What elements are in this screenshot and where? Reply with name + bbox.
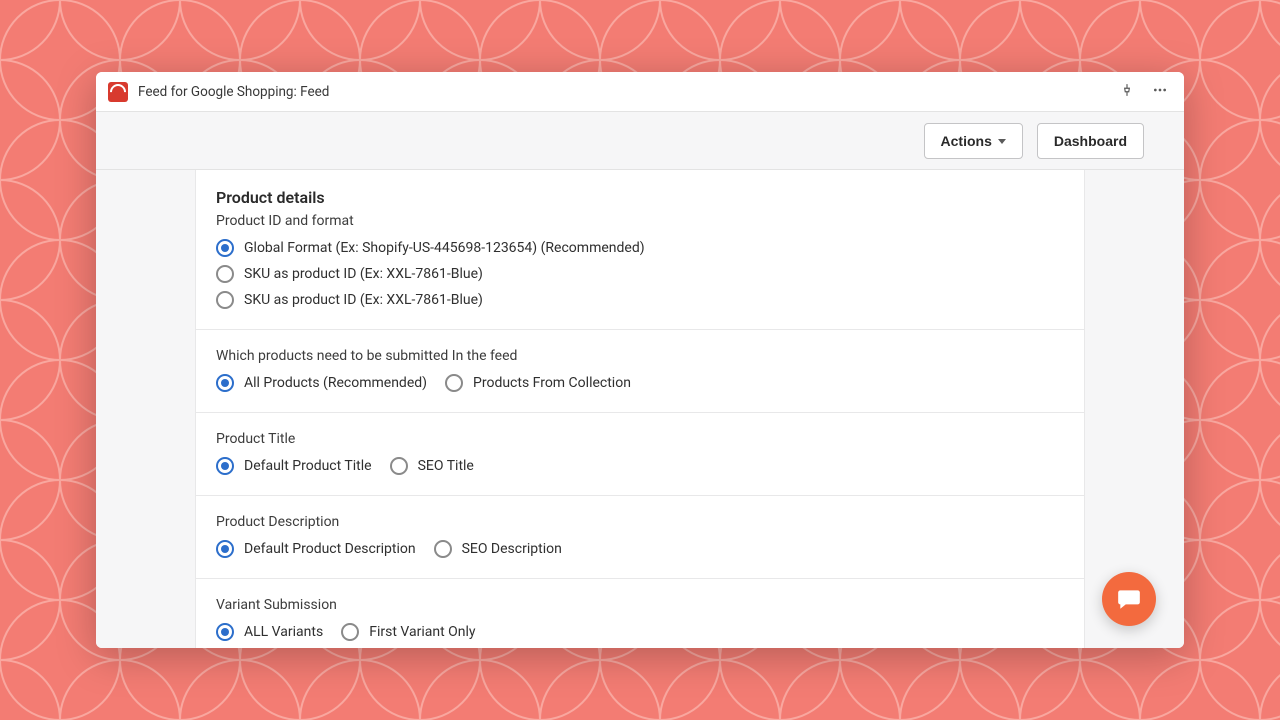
radio-icon xyxy=(216,239,234,257)
dashboard-button-label: Dashboard xyxy=(1054,133,1127,149)
radio-icon xyxy=(445,374,463,392)
chat-icon xyxy=(1116,586,1142,612)
radio-label: SKU as product ID (Ex: XXL-7861-Blue) xyxy=(244,292,483,308)
app-title: Feed for Google Shopping: Feed xyxy=(138,84,1106,100)
variant-submission-label: Variant Submission xyxy=(216,597,1064,613)
radio-sku-1[interactable]: SKU as product ID (Ex: XXL-7861-Blue) xyxy=(216,265,1064,283)
app-logo-icon xyxy=(108,82,128,102)
chat-button[interactable] xyxy=(1102,572,1156,626)
radio-default-description[interactable]: Default Product Description xyxy=(216,540,416,558)
content-area: Product details Product ID and format Gl… xyxy=(96,170,1184,648)
radio-icon xyxy=(216,457,234,475)
settings-card: Product details Product ID and format Gl… xyxy=(195,170,1085,648)
radio-label: ALL Variants xyxy=(244,624,323,640)
radio-label: Default Product Description xyxy=(244,541,416,557)
radio-global-format[interactable]: Global Format (Ex: Shopify-US-445698-123… xyxy=(216,239,1064,257)
product-id-label: Product ID and format xyxy=(216,213,1064,229)
radio-icon xyxy=(390,457,408,475)
radio-label: Global Format (Ex: Shopify-US-445698-123… xyxy=(244,240,645,256)
radio-first-variant[interactable]: First Variant Only xyxy=(341,623,475,641)
radio-label: Default Product Title xyxy=(244,458,372,474)
section-product-id: Product details Product ID and format Gl… xyxy=(196,170,1084,330)
radio-all-variants[interactable]: ALL Variants xyxy=(216,623,323,641)
pin-icon[interactable] xyxy=(1116,78,1138,105)
actions-button[interactable]: Actions xyxy=(924,123,1023,159)
radio-icon xyxy=(341,623,359,641)
action-bar: Actions Dashboard xyxy=(96,112,1184,170)
radio-icon xyxy=(216,374,234,392)
section-product-description: Product Description Default Product Desc… xyxy=(196,496,1084,579)
radio-from-collection[interactable]: Products From Collection xyxy=(445,374,631,392)
radio-seo-title[interactable]: SEO Title xyxy=(390,457,474,475)
product-description-radio-group: Default Product Description SEO Descript… xyxy=(216,540,1064,558)
section-variant-submission: Variant Submission ALL Variants First Va… xyxy=(196,579,1084,648)
radio-label: Products From Collection xyxy=(473,375,631,391)
actions-button-label: Actions xyxy=(941,133,992,149)
more-icon[interactable] xyxy=(1148,78,1172,106)
radio-all-products[interactable]: All Products (Recommended) xyxy=(216,374,427,392)
app-window: Feed for Google Shopping: Feed Actions D… xyxy=(96,72,1184,648)
radio-icon xyxy=(216,540,234,558)
which-products-radio-group: All Products (Recommended) Products From… xyxy=(216,374,1064,392)
radio-label: SKU as product ID (Ex: XXL-7861-Blue) xyxy=(244,266,483,282)
titlebar: Feed for Google Shopping: Feed xyxy=(96,72,1184,112)
radio-icon xyxy=(216,623,234,641)
which-products-label: Which products need to be submitted In t… xyxy=(216,348,1064,364)
radio-icon xyxy=(434,540,452,558)
radio-icon xyxy=(216,265,234,283)
section-which-products: Which products need to be submitted In t… xyxy=(196,330,1084,413)
radio-label: First Variant Only xyxy=(369,624,475,640)
section-product-title: Product Title Default Product Title SEO … xyxy=(196,413,1084,496)
product-title-radio-group: Default Product Title SEO Title xyxy=(216,457,1064,475)
radio-default-title[interactable]: Default Product Title xyxy=(216,457,372,475)
page-background: Feed for Google Shopping: Feed Actions D… xyxy=(0,0,1280,720)
chevron-down-icon xyxy=(998,139,1006,144)
product-description-label: Product Description xyxy=(216,514,1064,530)
product-id-radio-group: Global Format (Ex: Shopify-US-445698-123… xyxy=(216,239,1064,309)
radio-label: SEO Description xyxy=(462,541,562,557)
radio-label: SEO Title xyxy=(418,458,474,474)
dashboard-button[interactable]: Dashboard xyxy=(1037,123,1144,159)
radio-icon xyxy=(216,291,234,309)
radio-sku-2[interactable]: SKU as product ID (Ex: XXL-7861-Blue) xyxy=(216,291,1064,309)
radio-seo-description[interactable]: SEO Description xyxy=(434,540,562,558)
variant-submission-radio-group: ALL Variants First Variant Only xyxy=(216,623,1064,641)
product-details-heading: Product details xyxy=(216,188,1064,207)
radio-label: All Products (Recommended) xyxy=(244,375,427,391)
product-title-label: Product Title xyxy=(216,431,1064,447)
